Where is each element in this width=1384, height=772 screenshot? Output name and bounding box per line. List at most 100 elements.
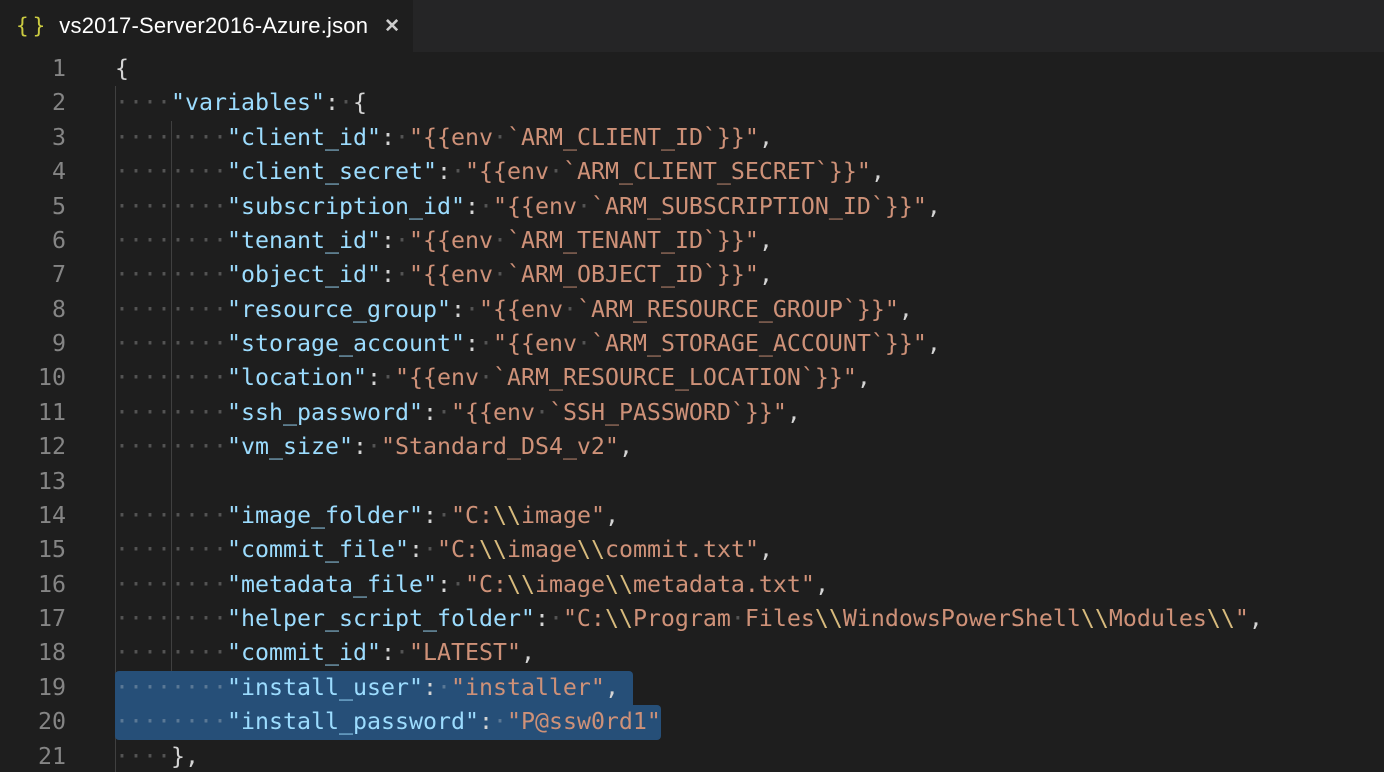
tab-file[interactable]: {} vs2017-Server2016-Azure.json ✕ (0, 0, 413, 52)
code-line[interactable]: 19 ········"install_user":·"installer", (0, 671, 1384, 705)
code-line[interactable]: 3 ········"client_id":·"{{env·`ARM_CLIENT… (0, 121, 1384, 155)
code-token: : (535, 605, 549, 632)
close-tab-icon[interactable]: ✕ (384, 15, 400, 38)
code-token: "variables" (171, 89, 325, 116)
whitespace-dots: · (395, 227, 409, 254)
line-content[interactable]: ········"install_password":·"P@ssw0rd1" (115, 705, 661, 739)
json-file-icon: {} (16, 14, 49, 38)
line-number[interactable]: 6 (0, 224, 66, 258)
whitespace-dots: · (493, 261, 507, 288)
whitespace-dots: ········ (115, 502, 227, 529)
line-number[interactable]: 1 (0, 52, 66, 86)
line-number[interactable]: 12 (0, 430, 66, 464)
line-number[interactable]: 20 (0, 705, 66, 739)
code-line[interactable]: 10 ········"location":·"{{env·`ARM_RESOUR… (0, 361, 1384, 395)
line-number[interactable]: 15 (0, 533, 66, 567)
line-content[interactable]: ········"commit_id":·"LATEST", (115, 636, 535, 670)
code-token: : (465, 193, 479, 220)
line-number[interactable]: 7 (0, 258, 66, 292)
line-content[interactable]: ········"subscription_id":·"{{env·`ARM_S… (115, 190, 941, 224)
whitespace-dots: · (479, 364, 493, 391)
whitespace-dots: · (367, 433, 381, 460)
line-number[interactable]: 19 (0, 671, 66, 705)
code-line[interactable]: 17 ········"helper_script_folder":·"C:\\P… (0, 602, 1384, 636)
line-content[interactable]: ········"storage_account":·"{{env·`ARM_S… (115, 327, 941, 361)
code-token: , (787, 399, 801, 426)
code-token: : (423, 502, 437, 529)
whitespace-dots: · (465, 296, 479, 323)
code-token: `ARM_OBJECT_ID`}}" (507, 261, 759, 288)
code-line[interactable]: 4 ········"client_secret":·"{{env·`ARM_CL… (0, 155, 1384, 189)
line-number[interactable]: 13 (0, 465, 66, 499)
code-token: image" (521, 502, 605, 529)
code-token: : (437, 571, 451, 598)
line-content[interactable]: ········"vm_size":·"Standard_DS4_v2", (115, 430, 633, 464)
line-number[interactable]: 16 (0, 568, 66, 602)
code-token: : (381, 227, 395, 254)
code-token: metadata.txt" (633, 571, 815, 598)
line-number[interactable]: 9 (0, 327, 66, 361)
code-line[interactable]: 9········"storage_account":·"{{env·`ARM_… (0, 327, 1384, 361)
whitespace-dots: ···· (115, 743, 171, 770)
editor[interactable]: 1{2····"variables":·{3········"client_id… (0, 52, 1384, 772)
line-content[interactable]: ········"resource_group":·"{{env·`ARM_RE… (115, 293, 913, 327)
code-token: "{{env (395, 364, 479, 391)
code-token: image (507, 536, 577, 563)
code-line[interactable]: 20 ········"install_password":·"P@ssw0rd1… (0, 705, 1384, 739)
code-line[interactable]: 16 ········"metadata_file":·"C:\\image\\m… (0, 568, 1384, 602)
code-line[interactable]: 15 ········"commit_file":·"C:\\image\\com… (0, 533, 1384, 567)
line-number[interactable]: 10 (0, 361, 66, 395)
code-token: "C: (437, 536, 479, 563)
code-token: : (353, 433, 367, 460)
whitespace-dots: ········ (115, 433, 227, 460)
code-line[interactable]: 18 ········"commit_id":·"LATEST", (0, 636, 1384, 670)
line-number[interactable]: 21 (0, 740, 66, 772)
line-number[interactable]: 2 (0, 86, 66, 120)
line-content[interactable]: ········"client_id":·"{{env·`ARM_CLIENT_… (115, 121, 773, 155)
line-content[interactable]: ········"helper_script_folder":·"C:\\Pro… (115, 602, 1263, 636)
line-number[interactable]: 18 (0, 636, 66, 670)
line-content[interactable]: ········"commit_file":·"C:\\image\\commi… (115, 533, 773, 567)
code-line[interactable]: 11 ········"ssh_password":·"{{env·`SSH_PA… (0, 396, 1384, 430)
code-token: "{{env (493, 193, 577, 220)
code-token: { (115, 55, 129, 82)
code-line[interactable]: 1{ (0, 52, 1384, 86)
line-number[interactable]: 4 (0, 155, 66, 189)
code-line[interactable]: 13 (0, 465, 1384, 499)
code-token: "{{env (493, 330, 577, 357)
line-content[interactable]: ········"object_id":·"{{env·`ARM_OBJECT_… (115, 258, 773, 292)
code-line[interactable]: 12 ········"vm_size":·"Standard_DS4_v2", (0, 430, 1384, 464)
code-line[interactable]: 6········"tenant_id":·"{{env·`ARM_TENANT… (0, 224, 1384, 258)
line-content[interactable]: ········"client_secret":·"{{env·`ARM_CLI… (115, 155, 885, 189)
line-content[interactable]: { (115, 52, 129, 86)
code-token: "C: (465, 571, 507, 598)
line-number[interactable]: 8 (0, 293, 66, 327)
line-content[interactable]: ········"metadata_file":·"C:\\image\\met… (115, 568, 829, 602)
line-content[interactable]: ········"ssh_password":·"{{env·`SSH_PASS… (115, 396, 801, 430)
code-token: "tenant_id" (227, 227, 381, 254)
code-token: commit.txt" (605, 536, 759, 563)
code-token: `ARM_TENANT_ID`}}" (507, 227, 759, 254)
whitespace-dots: · (577, 330, 591, 357)
code-line[interactable]: 2 ····"variables":·{ (0, 86, 1384, 120)
line-content[interactable]: ········"location":·"{{env·`ARM_RESOURCE… (115, 361, 871, 395)
code-token: : (465, 330, 479, 357)
line-number[interactable]: 5 (0, 190, 66, 224)
line-number[interactable]: 17 (0, 602, 66, 636)
line-number[interactable]: 11 (0, 396, 66, 430)
code-line[interactable]: 8 ········"resource_group":·"{{env·`ARM_R… (0, 293, 1384, 327)
code-line[interactable]: 7········"object_id":·"{{env·`ARM_OBJECT… (0, 258, 1384, 292)
line-content[interactable]: ········"tenant_id":·"{{env·`ARM_TENANT_… (115, 224, 773, 258)
code-line[interactable]: 14 ········"image_folder":·"C:\\image", (0, 499, 1384, 533)
code-line[interactable]: 5 ········"subscription_id":·"{{env·`ARM_… (0, 190, 1384, 224)
code-token: "object_id" (227, 261, 381, 288)
line-content[interactable]: ····"variables":·{ (115, 86, 367, 120)
line-content[interactable]: ····}, (115, 740, 199, 772)
line-content[interactable]: ········"image_folder":·"C:\\image", (115, 499, 619, 533)
whitespace-dots: · (479, 330, 493, 357)
line-number[interactable]: 14 (0, 499, 66, 533)
code-line[interactable]: 21 ····}, (0, 740, 1384, 772)
code-token: , (759, 124, 773, 151)
line-content[interactable]: ········"install_user":·"installer", (115, 671, 619, 705)
line-number[interactable]: 3 (0, 121, 66, 155)
